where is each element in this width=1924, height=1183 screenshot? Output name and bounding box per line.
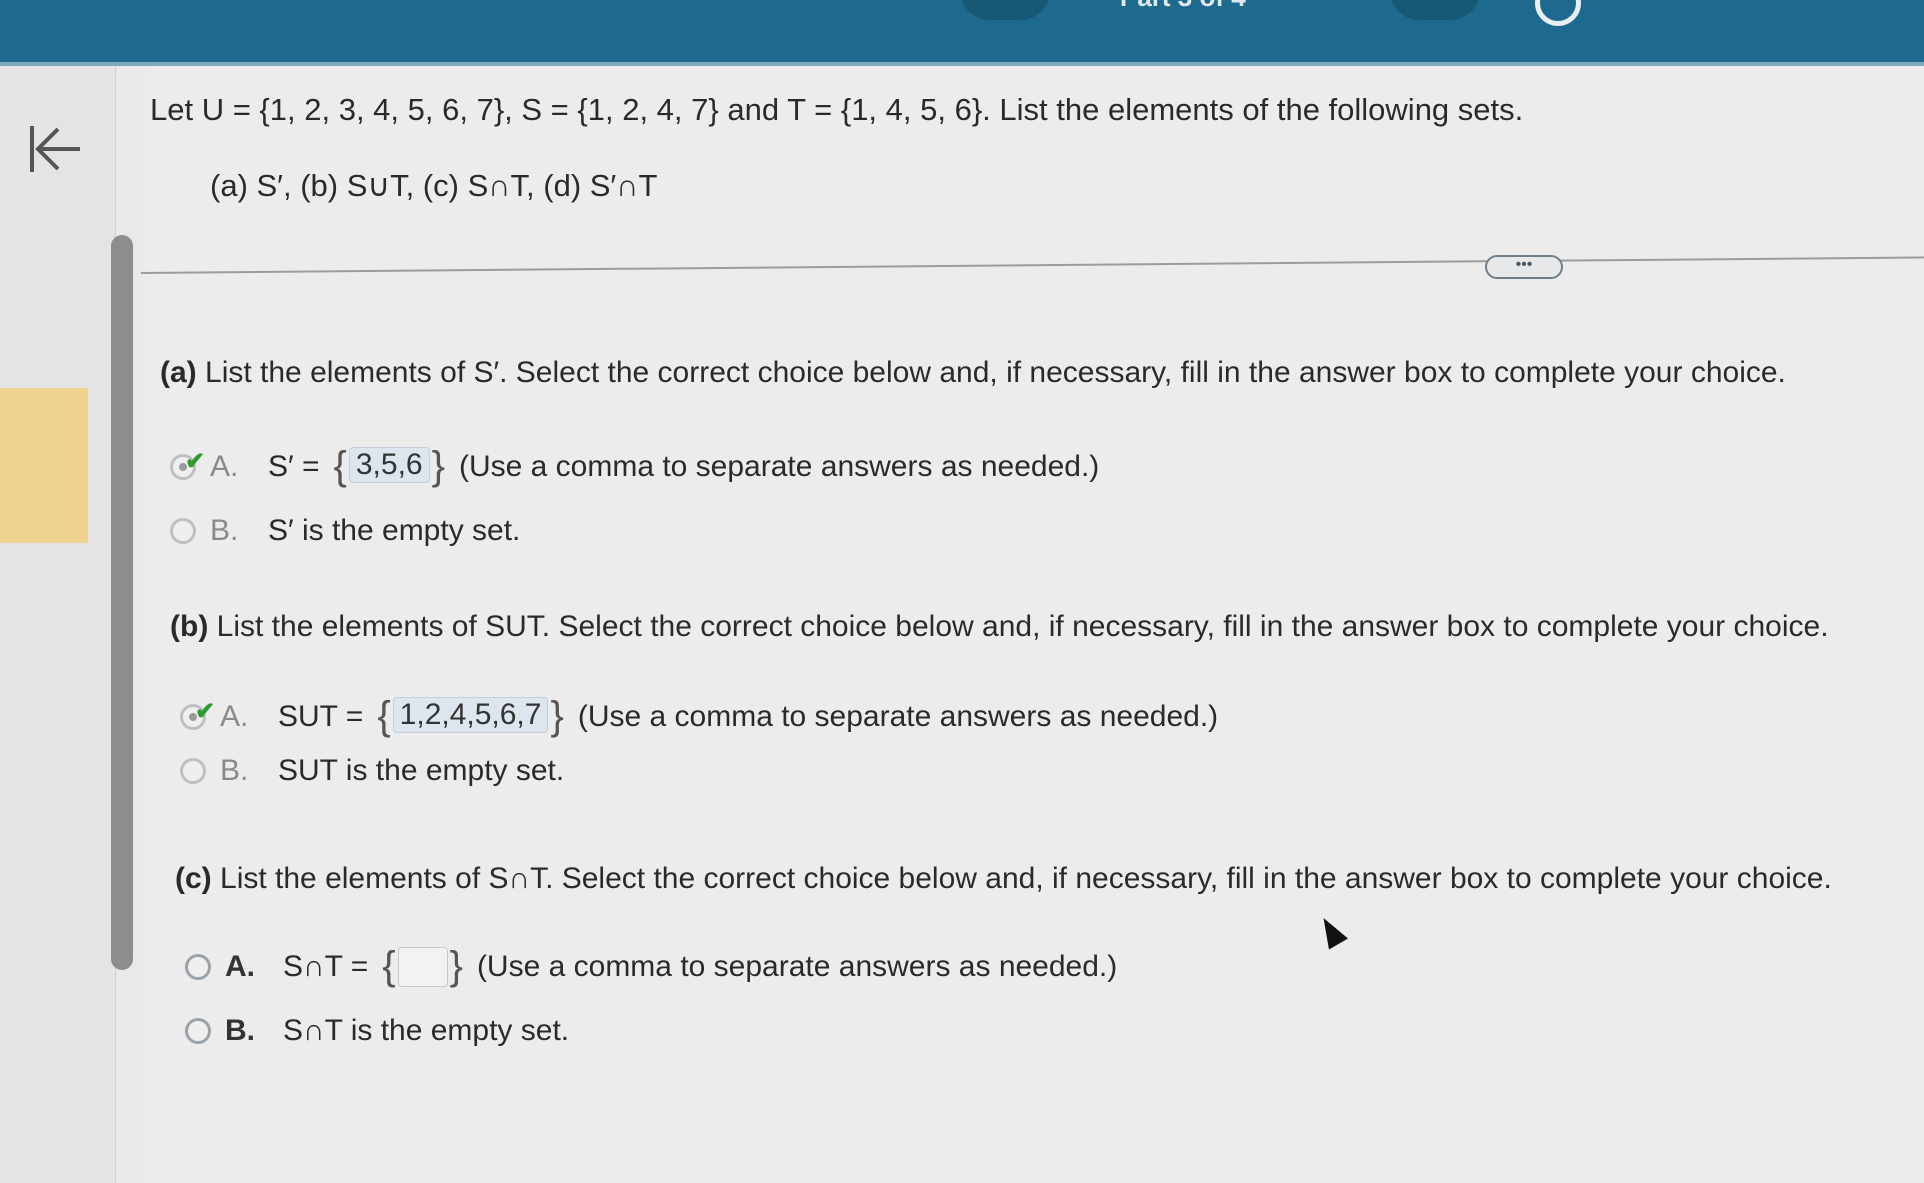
option-note: (Use a comma to separate answers as need… bbox=[577, 699, 1219, 733]
right-brace: } bbox=[431, 444, 445, 488]
correct-check-icon: ✔ bbox=[195, 697, 216, 725]
part-b-prompt: (b) List the elements of SUT. Select the… bbox=[170, 610, 1829, 644]
left-rail bbox=[0, 66, 116, 1183]
right-brace: } bbox=[550, 694, 564, 738]
part-b-option-b[interactable]: B. SUT is the empty set. bbox=[180, 754, 564, 788]
expand-more-button[interactable]: ••• bbox=[1485, 255, 1563, 279]
question-text: Let U = {1, 2, 3, 4, 5, 6, 7}, S = {1, 2… bbox=[150, 92, 1524, 127]
part-b-letter: (b) bbox=[170, 610, 209, 643]
right-brace: } bbox=[449, 944, 463, 988]
radio-button[interactable] bbox=[180, 758, 206, 784]
part-b-option-a[interactable]: ✔ A. SUT = {1,2,4,5,6,7} (Use a comma to… bbox=[180, 694, 1218, 739]
answer-box[interactable]: 3,5,6 bbox=[348, 447, 430, 484]
option-letter: A. bbox=[225, 949, 255, 983]
part-c-prompt: (c) List the elements of S∩T. Select the… bbox=[175, 862, 1832, 896]
header-decoration bbox=[1390, 0, 1480, 20]
option-letter: B. bbox=[225, 1014, 255, 1047]
option-letter: A. bbox=[210, 449, 239, 483]
answer-box[interactable] bbox=[397, 946, 448, 987]
question-subparts: (a) S′, (b) S∪T, (c) S∩T, (d) S′∩T bbox=[210, 168, 658, 203]
radio-button[interactable] bbox=[170, 518, 196, 544]
mouse-cursor-icon bbox=[1313, 912, 1349, 950]
question-panel: Let U = {1, 2, 3, 4, 5, 6, 7}, S = {1, 2… bbox=[140, 66, 1924, 1183]
part-c-option-a[interactable]: A. S∩T = {} (Use a comma to separate ans… bbox=[185, 944, 1117, 989]
radio-button[interactable]: ✔ bbox=[180, 698, 215, 730]
answer-box[interactable]: 1,2,4,5,6,7 bbox=[392, 697, 549, 734]
radio-button[interactable] bbox=[185, 1018, 211, 1044]
question-highlight-marker bbox=[0, 388, 88, 543]
radio-button[interactable]: ✔ bbox=[170, 448, 205, 480]
option-lhs: S′ = bbox=[268, 449, 320, 483]
part-a-text: List the elements of S′. Select the corr… bbox=[205, 356, 1786, 389]
header-decoration bbox=[960, 0, 1050, 20]
option-lhs: S∩T = bbox=[283, 949, 369, 983]
part-b-text: List the elements of SUT. Select the cor… bbox=[216, 610, 1829, 643]
option-letter: B. bbox=[220, 754, 249, 787]
part-a-prompt: (a) List the elements of S′. Select the … bbox=[160, 356, 1786, 390]
scrollbar[interactable] bbox=[111, 235, 133, 970]
part-a-option-b[interactable]: B. S′ is the empty set. bbox=[170, 514, 520, 548]
option-letter: A. bbox=[220, 699, 249, 733]
part-a-letter: (a) bbox=[160, 356, 197, 389]
top-header-bar: Part 3 of 4 bbox=[0, 0, 1924, 66]
part-a-option-a[interactable]: ✔ A. S′ = {3,5,6} (Use a comma to separa… bbox=[170, 444, 1099, 489]
part-c-letter: (c) bbox=[175, 862, 212, 895]
back-to-start-icon[interactable] bbox=[22, 118, 84, 180]
progress-ring-icon bbox=[1535, 0, 1581, 26]
option-text: SUT is the empty set. bbox=[278, 754, 565, 787]
correct-check-icon: ✔ bbox=[185, 447, 206, 475]
radio-button[interactable] bbox=[185, 953, 211, 980]
left-brace: { bbox=[382, 944, 396, 988]
part-indicator: Part 3 of 4 bbox=[1120, 0, 1246, 13]
option-lhs: SUT = bbox=[278, 699, 364, 733]
left-brace: { bbox=[377, 694, 391, 738]
option-letter: B. bbox=[210, 514, 239, 547]
option-note: (Use a comma to separate answers as need… bbox=[458, 449, 1100, 483]
part-c-option-b[interactable]: B. S∩T is the empty set. bbox=[185, 1014, 569, 1048]
option-text: S∩T is the empty set. bbox=[283, 1014, 570, 1047]
option-note: (Use a comma to separate answers as need… bbox=[476, 949, 1118, 983]
option-text: S′ is the empty set. bbox=[268, 514, 521, 547]
left-brace: { bbox=[333, 444, 347, 488]
divider bbox=[140, 256, 1924, 274]
part-c-text: List the elements of S∩T. Select the cor… bbox=[220, 862, 1832, 895]
